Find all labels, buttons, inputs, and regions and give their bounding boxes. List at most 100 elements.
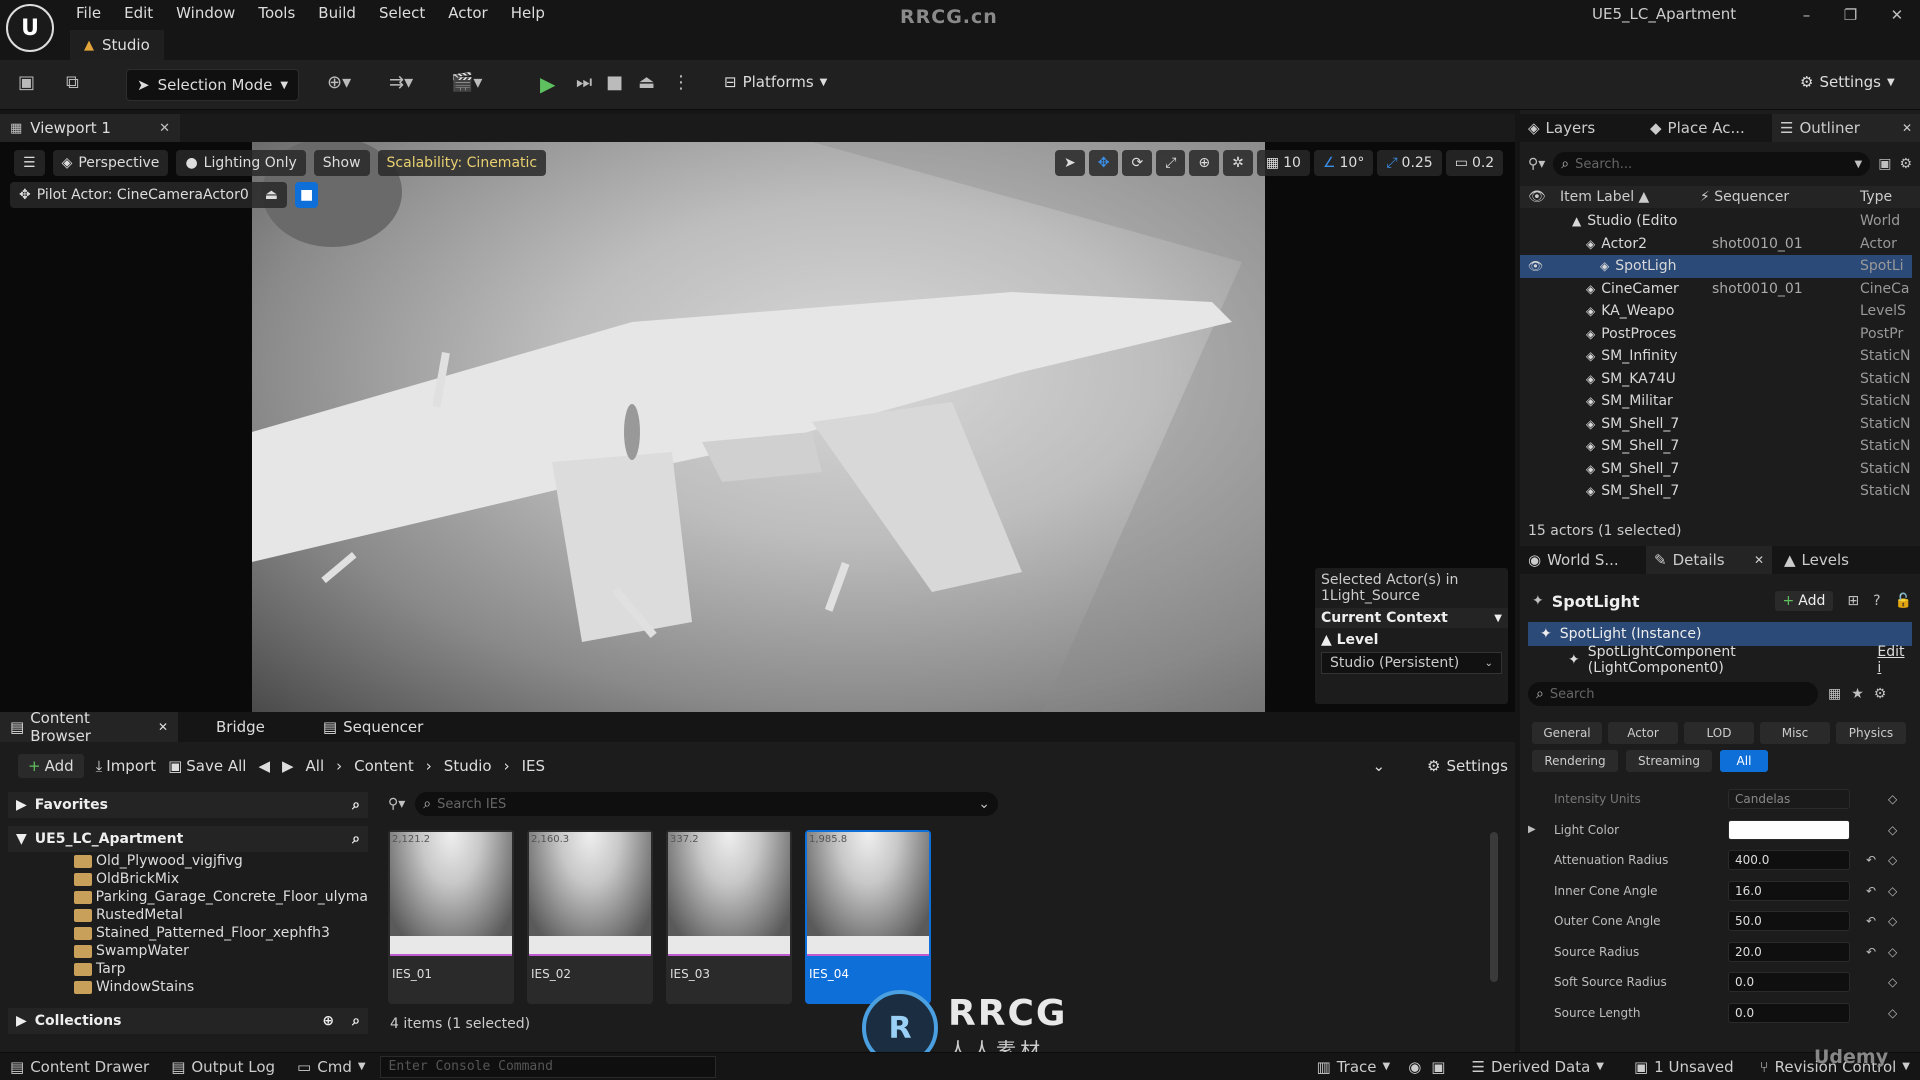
perspective-button[interactable]: ◈ Perspective [52,150,169,176]
output-log-button[interactable]: ▤ Output Log [171,1058,275,1076]
folder-item[interactable]: WindowStains [74,978,368,996]
outliner-row[interactable]: 👁◈SM_InfinityStaticN [1520,345,1912,368]
derived-data-button[interactable]: ☰ Derived Data ▼ [1471,1058,1603,1076]
surface-snap-icon[interactable]: ✲ [1223,150,1253,176]
help-icon[interactable]: ? [1873,593,1880,609]
outliner-row[interactable]: 👁◈SM_MilitarStaticN [1520,390,1912,413]
close-tab-icon[interactable]: ✕ [1902,121,1912,135]
outliner-row[interactable]: 👁◈SM_KA74UStaticN [1520,368,1912,391]
table-view-icon[interactable]: ▦ [1828,686,1841,702]
property-value-input[interactable]: 50.0 [1728,911,1850,932]
reset-icon[interactable]: ↶ [1866,914,1876,928]
filter-streaming[interactable]: Streaming [1626,750,1712,772]
content-drawer-button[interactable]: ▤ Content Drawer [10,1058,149,1076]
tab-outliner[interactable]: ☰ Outliner ✕ [1772,114,1920,142]
current-context-header[interactable]: Current Context ▼ [1315,608,1508,628]
search-icon[interactable]: ⌕ [352,1013,360,1029]
asset-scrollbar[interactable] [1490,832,1498,982]
filter-icon[interactable]: ⚲▾ [1528,156,1545,172]
add-actor-icon[interactable]: ⊕▾ [327,72,351,93]
folder-item[interactable]: SwampWater [74,942,368,960]
filter-lod[interactable]: LOD [1684,722,1754,744]
close-tab-icon[interactable]: ✕ [1754,553,1764,567]
outliner-row[interactable]: 👁◈SM_Shell_7StaticN [1520,458,1912,481]
filter-physics[interactable]: Physics [1836,722,1906,744]
blueprint-icon[interactable]: ⇉▾ [389,72,413,93]
viewport[interactable]: ☰ ◈ Perspective ● Lighting Only Show Scala… [0,142,1515,712]
expand-icon[interactable]: ▶ [1528,824,1548,835]
outliner-row[interactable]: 👁◈PostProcesPostPr [1520,323,1912,346]
scalability-button[interactable]: Scalability: Cinematic [377,150,547,176]
folder-item[interactable]: Stained_Patterned_Floor_xephfh3 [74,924,368,942]
filter-general[interactable]: General [1532,722,1602,744]
camera-lock-icon[interactable]: ■ [295,182,319,208]
save-all-button[interactable]: ▣ Save All [168,757,246,775]
filter-actor[interactable]: Actor [1608,722,1678,744]
level-tab[interactable]: ▲ Studio [70,30,164,60]
folder-item[interactable]: OldBrickMix [74,870,368,888]
settings-button[interactable]: ⚙ Settings ▼ [1800,73,1895,91]
keyframe-icon[interactable]: ◇ [1888,945,1897,959]
asset-tile[interactable]: 337.2 IES_03 [666,830,792,1004]
menu-edit[interactable]: Edit [124,4,153,22]
play-icon[interactable]: ▶ [540,72,555,96]
property-value-input[interactable]: 16.0 [1728,880,1850,901]
trace-button[interactable]: ▥ Trace ▼ [1317,1058,1391,1076]
stop-icon[interactable]: ■ [606,72,623,93]
platforms-button[interactable]: ⊟ Platforms ▼ [724,73,827,91]
keyframe-icon[interactable]: ◇ [1888,975,1897,989]
tab-layers[interactable]: ◈ Layers [1520,119,1642,137]
close-tab-icon[interactable]: ✕ [158,720,168,734]
minimize-icon[interactable]: – [1803,6,1811,24]
tab-details[interactable]: ✎ Details ✕ [1646,546,1772,574]
viewport-tab[interactable]: ▦ Viewport 1 ✕ [0,114,180,142]
tab-world-settings[interactable]: ◉ World S... [1520,551,1646,569]
tab-bridge[interactable]: Bridge [178,718,303,736]
lighting-button[interactable]: ● Lighting Only [176,150,306,176]
reset-icon[interactable]: ↶ [1866,945,1876,959]
menu-select[interactable]: Select [379,4,425,22]
asset-tile[interactable]: 1,985.8 IES_04 [805,830,931,1004]
component-row[interactable]: ✦ SpotLightComponent (LightComponent0) Edi… [1528,644,1912,676]
light-color-swatch[interactable] [1728,819,1850,840]
search-icon[interactable]: ⌕ [352,831,360,847]
record-icon[interactable]: ◉ [1408,1058,1421,1076]
gear-icon[interactable]: ⚙ [1874,686,1887,702]
tab-levels[interactable]: ▲ Levels [1772,551,1861,569]
import-button[interactable]: ⤓ Import [96,757,156,775]
column-type[interactable]: Type [1860,189,1892,205]
gear-icon[interactable]: ⚙ [1899,156,1912,172]
keyframe-icon[interactable]: ◇ [1888,823,1897,837]
menu-window[interactable]: Window [176,4,235,22]
show-button[interactable]: Show [313,150,370,176]
filter-rendering[interactable]: Rendering [1532,750,1618,772]
new-folder-icon[interactable]: ▣ [1878,156,1891,172]
tab-content-browser[interactable]: ▤ Content Browser ✕ [0,709,178,745]
favorites-header[interactable]: ▶ Favorites ⌕ [8,792,368,818]
forward-icon[interactable]: ▶ [282,757,294,775]
rotate-tool-icon[interactable]: ⟳ [1122,150,1153,176]
star-icon[interactable]: ★ [1851,686,1864,702]
folder-item[interactable]: Old_Plywood_vigjfivg [74,852,368,870]
keyframe-icon[interactable]: ◇ [1888,914,1897,928]
save-icon[interactable]: ▣ [18,72,35,93]
search-icon[interactable]: ⌕ [352,797,360,813]
keyframe-icon[interactable]: ◇ [1888,853,1897,867]
property-value-input[interactable]: 0.0 [1728,972,1850,993]
property-value-input[interactable]: 20.0 [1728,941,1850,962]
outliner-row[interactable]: 👁◈CineCamershot0010_01CineCa [1520,278,1912,301]
keyframe-icon[interactable]: ◇ [1888,792,1897,806]
folder-item[interactable]: Parking_Garage_Concrete_Floor_ulyma [74,888,368,906]
level-dropdown[interactable]: Studio (Persistent) ⌄ [1321,652,1502,674]
select-tool-icon[interactable]: ➤ [1055,150,1085,176]
property-value-input[interactable]: 400.0 [1728,850,1850,871]
outliner-row[interactable]: 👁▲Studio (EditoWorld [1520,210,1912,233]
menu-file[interactable]: File [76,4,101,22]
cb-add-button[interactable]: + Add [18,754,84,778]
intensity-units-dropdown[interactable]: Candelas [1728,789,1850,810]
menu-tools[interactable]: Tools [258,4,295,22]
add-collection-icon[interactable]: ⊕ [322,1013,334,1029]
console-input[interactable]: Enter Console Command [379,1055,716,1078]
eject-icon[interactable]: ⏏ [638,72,655,93]
menu-actor[interactable]: Actor [448,4,487,22]
